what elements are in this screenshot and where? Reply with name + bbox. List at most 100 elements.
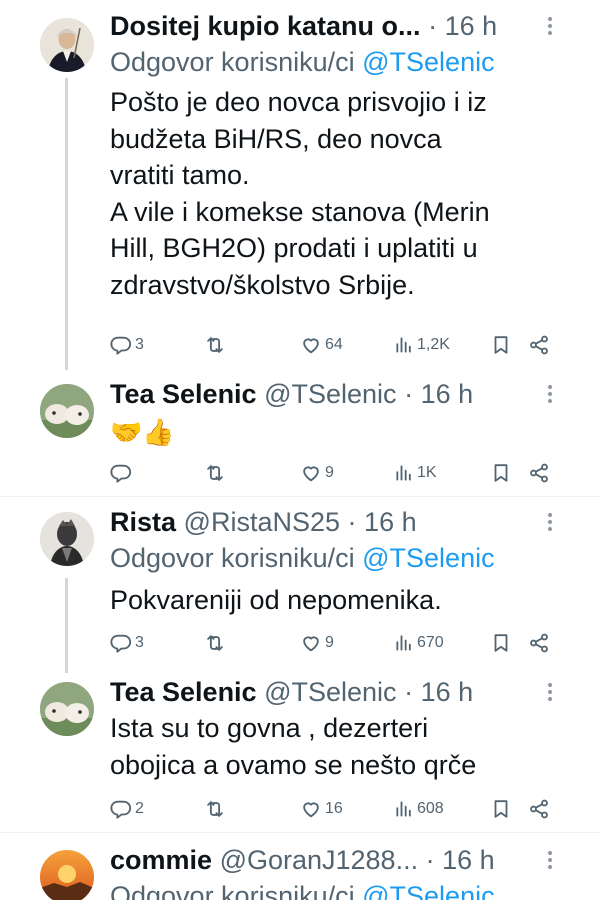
view-count: 670 (417, 634, 444, 651)
reply-count: 3 (135, 634, 144, 651)
view-count: 608 (417, 800, 444, 817)
divider (0, 832, 600, 833)
action-bar: 3 9 670 (110, 628, 560, 658)
retweet-button[interactable] (204, 794, 226, 824)
tweet[interactable]: Dositej kupio katanu o... · 16 h Odgovor… (0, 8, 600, 370)
display-name[interactable]: Tea Selenic (110, 677, 257, 707)
view-count: 1K (417, 464, 437, 481)
bookmark-button[interactable] (490, 628, 512, 658)
tweet-header: Tea Selenic @TSelenic · 16 h (110, 674, 540, 710)
views-icon (394, 799, 414, 819)
reply-button[interactable]: 3 (110, 628, 144, 658)
tweet-header: Tea Selenic @TSelenic · 16 h (110, 376, 540, 412)
like-icon (300, 334, 322, 356)
avatar[interactable] (40, 682, 94, 736)
separator-dot: · (347, 507, 357, 537)
timestamp[interactable]: 16 h (364, 507, 417, 537)
reply-icon (110, 798, 132, 820)
share-button[interactable] (528, 330, 550, 360)
tweet[interactable]: commie @GoranJ1288... · 16 h Odgovor kor… (0, 842, 600, 900)
bookmark-button[interactable] (490, 330, 512, 360)
like-button[interactable]: 9 (300, 458, 334, 488)
bookmark-icon (490, 334, 512, 356)
user-handle[interactable]: @TSelenic (264, 379, 396, 409)
reply-mention-link[interactable]: @TSelenic (362, 881, 494, 900)
display-name[interactable]: Rista (110, 507, 176, 537)
views-icon (394, 463, 414, 483)
reply-context: Odgovor korisniku/ci @TSelenic (110, 878, 495, 900)
reply-count: 3 (135, 336, 144, 353)
like-count: 9 (325, 634, 334, 651)
display-name[interactable]: Dositej kupio katanu o... (110, 11, 421, 41)
avatar[interactable] (40, 384, 94, 438)
user-handle[interactable]: @RistaNS25 (184, 507, 340, 537)
more-icon[interactable] (540, 376, 560, 412)
views-button[interactable]: 670 (394, 628, 444, 658)
share-button[interactable] (528, 794, 550, 824)
like-button[interactable]: 9 (300, 628, 334, 658)
reply-prefix: Odgovor korisniku/ci (110, 47, 355, 77)
more-icon[interactable] (540, 842, 560, 878)
share-button[interactable] (528, 628, 550, 658)
reply-button[interactable]: 3 (110, 330, 144, 360)
share-icon (528, 632, 550, 654)
tweet-text: Ista su to govna , dezerteri obojica a o… (110, 713, 477, 780)
reply-button[interactable] (110, 458, 135, 488)
timestamp[interactable]: 16 h (442, 845, 495, 875)
bookmark-icon (490, 632, 512, 654)
like-icon (300, 462, 322, 484)
avatar[interactable] (40, 512, 94, 566)
avatar[interactable] (40, 18, 94, 72)
tweet[interactable]: Tea Selenic @TSelenic · 16 h 🤝👍 9 1K (0, 376, 600, 494)
reply-mention-link[interactable]: @TSelenic (362, 543, 494, 573)
bookmark-icon (490, 798, 512, 820)
share-icon (528, 334, 550, 356)
views-icon (394, 335, 414, 355)
reply-count: 2 (135, 800, 144, 817)
like-button[interactable]: 16 (300, 794, 343, 824)
reply-mention-link[interactable]: @TSelenic (362, 47, 494, 77)
reply-prefix: Odgovor korisniku/ci (110, 881, 355, 900)
reply-button[interactable]: 2 (110, 794, 144, 824)
retweet-button[interactable] (204, 628, 226, 658)
like-count: 64 (325, 336, 343, 353)
retweet-button[interactable] (204, 458, 226, 488)
tweet-header: Dositej kupio katanu o... · 16 h (110, 8, 540, 44)
views-button[interactable]: 608 (394, 794, 444, 824)
display-name[interactable]: commie (110, 845, 212, 875)
tweet[interactable]: Tea Selenic @TSelenic · 16 h Ista su to … (0, 674, 600, 824)
more-icon[interactable] (540, 504, 560, 540)
like-button[interactable]: 64 (300, 330, 343, 360)
view-count: 1,2K (417, 336, 450, 353)
views-button[interactable]: 1,2K (394, 330, 450, 360)
tweet-text: Pošto je deo novca prisvojio i iz budžet… (110, 87, 490, 300)
avatar[interactable] (40, 850, 94, 900)
tweet-header: commie @GoranJ1288... · 16 h (110, 842, 540, 878)
reply-icon (110, 632, 132, 654)
action-bar: 3 64 1,2K (110, 330, 560, 360)
tweet[interactable]: Rista @RistaNS25 · 16 h Odgovor korisnik… (0, 504, 600, 672)
views-button[interactable]: 1K (394, 458, 437, 488)
divider (0, 496, 600, 497)
user-handle[interactable]: @TSelenic (264, 677, 396, 707)
timestamp[interactable]: 16 h (445, 11, 498, 41)
separator-dot: · (428, 11, 438, 41)
timestamp[interactable]: 16 h (421, 677, 474, 707)
retweet-button[interactable] (204, 330, 226, 360)
tweet-text: Pokvareniji od nepomenika. (110, 585, 442, 615)
separator-dot: · (404, 379, 414, 409)
display-name[interactable]: Tea Selenic (110, 379, 257, 409)
action-bar: 9 1K (110, 458, 560, 488)
like-count: 16 (325, 800, 343, 817)
tweet-text: 🤝👍 (110, 417, 175, 447)
bookmark-button[interactable] (490, 458, 512, 488)
reply-icon (110, 334, 132, 356)
timestamp[interactable]: 16 h (421, 379, 474, 409)
user-handle[interactable]: @GoranJ1288... (220, 845, 419, 875)
more-icon[interactable] (540, 8, 560, 44)
bookmark-button[interactable] (490, 794, 512, 824)
more-icon[interactable] (540, 674, 560, 710)
share-button[interactable] (528, 458, 550, 488)
share-icon (528, 462, 550, 484)
retweet-icon (204, 632, 226, 654)
